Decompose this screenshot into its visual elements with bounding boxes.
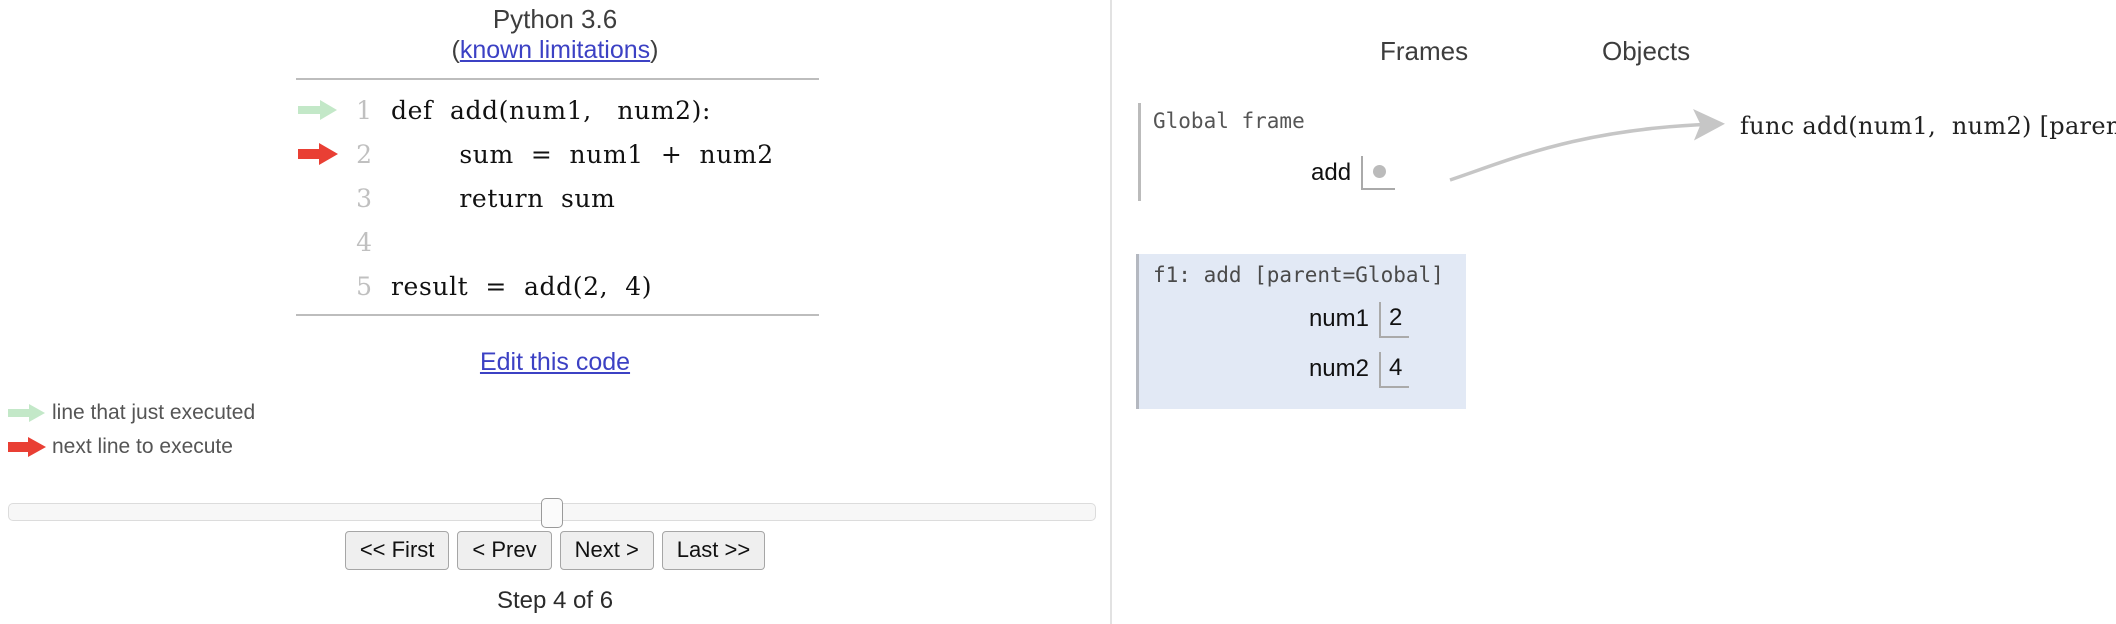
next-line-arrow-icon bbox=[8, 437, 46, 457]
step-counter: Step 4 of 6 bbox=[496, 587, 614, 614]
step-slider[interactable] bbox=[8, 498, 1096, 528]
line-source: return sum bbox=[391, 183, 616, 213]
first-button[interactable]: << First bbox=[344, 531, 450, 570]
variable-name: add bbox=[1311, 159, 1352, 186]
just-executed-arrow-icon bbox=[298, 100, 337, 120]
code-block: 1 def add(num1, num2): 2 sum = num1 + nu… bbox=[296, 78, 819, 316]
line-marker-cell bbox=[296, 220, 342, 264]
call-frame-f1: f1: add [parent=Global] num1 2 num2 4 bbox=[1136, 254, 1466, 409]
edit-this-code: Edit this code bbox=[0, 348, 1110, 377]
prev-button[interactable]: < Prev bbox=[457, 531, 552, 570]
known-limitations-line: (known limitations) bbox=[0, 34, 1110, 67]
language-title: Python 3.6 bbox=[492, 4, 618, 34]
just-executed-arrow-icon bbox=[8, 404, 45, 422]
next-line-arrow-icon bbox=[298, 143, 338, 165]
legend: line that just executed next line to exe… bbox=[8, 398, 255, 466]
paren-open: ( bbox=[451, 36, 460, 64]
global-frame: Global frame add bbox=[1138, 103, 1468, 201]
python-tutor-visualizer: Python 3.6 (known limitations) 1 def add… bbox=[0, 0, 2116, 624]
variable-row: add bbox=[1311, 156, 1396, 190]
line-marker-cell bbox=[296, 132, 342, 176]
last-button[interactable]: Last >> bbox=[661, 531, 766, 570]
call-frame-title: f1: add [parent=Global] bbox=[1153, 263, 1444, 287]
slider-handle[interactable] bbox=[541, 498, 563, 528]
code-line[interactable]: 4 bbox=[296, 220, 819, 264]
variable-value bbox=[1361, 156, 1396, 190]
variable-row: num2 4 bbox=[1269, 352, 1410, 388]
variable-name: num1 bbox=[1308, 305, 1369, 332]
pointer-dot-icon bbox=[1373, 164, 1387, 178]
code-line[interactable]: 5 result = add(2, 4) bbox=[296, 264, 819, 308]
variable-row: num1 2 bbox=[1269, 302, 1410, 338]
frames-header: Frames bbox=[1380, 36, 1469, 66]
line-marker-cell bbox=[296, 176, 342, 220]
variable-name: num2 bbox=[1308, 355, 1369, 382]
line-number: 5 bbox=[356, 271, 372, 301]
legend-item-next-line: next line to execute bbox=[8, 432, 255, 462]
visualization-pane: Frames Objects Global frame add f1: add bbox=[1110, 0, 2116, 624]
code-line[interactable]: 1 def add(num1, num2): bbox=[296, 88, 819, 132]
heap-object-func-add: func add(num1, num2) [parent=Global] bbox=[1740, 112, 2116, 140]
line-marker-cell bbox=[296, 88, 342, 132]
line-number: 4 bbox=[356, 227, 372, 257]
next-button[interactable]: Next > bbox=[559, 531, 654, 570]
edit-this-code-link[interactable]: Edit this code bbox=[480, 348, 630, 376]
known-limitations-link[interactable]: known limitations bbox=[460, 36, 650, 64]
legend-item-just-executed: line that just executed bbox=[8, 398, 255, 428]
objects-header: Objects bbox=[1602, 36, 1691, 66]
variable-value: 2 bbox=[1379, 302, 1410, 338]
line-marker-cell bbox=[296, 264, 342, 308]
global-frame-title: Global frame bbox=[1153, 109, 1305, 133]
legend-label: next line to execute bbox=[52, 435, 233, 458]
line-source: def add(num1, num2): bbox=[391, 95, 712, 125]
line-source: result = add(2, 4) bbox=[391, 271, 653, 301]
paren-close: ) bbox=[650, 36, 659, 64]
navigation-buttons: << First < Prev Next > Last >> bbox=[0, 531, 1110, 570]
code-pane: Python 3.6 (known limitations) 1 def add… bbox=[0, 0, 1110, 624]
line-source: sum = num1 + num2 bbox=[391, 139, 774, 169]
legend-label: line that just executed bbox=[52, 401, 256, 424]
variable-value: 4 bbox=[1379, 352, 1410, 388]
